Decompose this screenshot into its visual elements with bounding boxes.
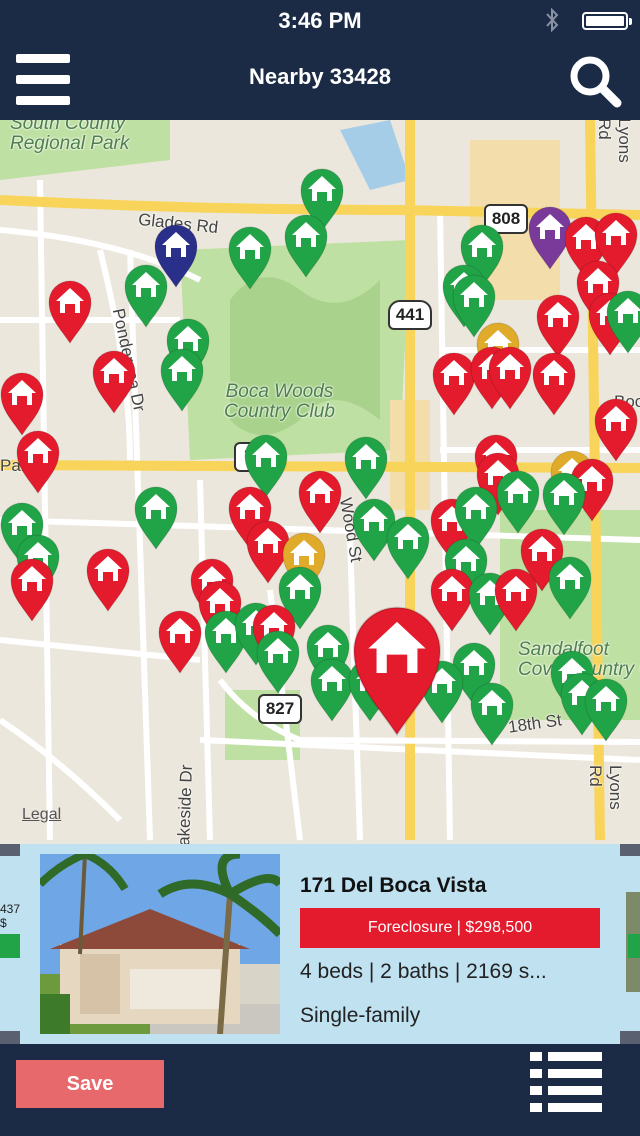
park-label: South County Regional Park <box>10 120 130 154</box>
map-pin-red[interactable] <box>488 346 532 410</box>
map-pin-red[interactable] <box>158 610 202 674</box>
listing-card[interactable]: 171 Del Boca Vista Foreclosure | $298,50… <box>20 844 620 1044</box>
map-pin-green[interactable] <box>344 436 388 500</box>
listing-status-price: Foreclosure | $298,500 <box>300 908 600 948</box>
previous-card-badge <box>0 934 20 958</box>
map-pin-red[interactable] <box>494 568 538 632</box>
search-icon[interactable] <box>568 54 622 108</box>
listing-address: 171 Del Boca Vista <box>300 874 487 897</box>
listing-type: Single-family <box>300 1004 421 1027</box>
map-pin-red[interactable] <box>536 294 580 358</box>
map-pin-red[interactable] <box>86 548 130 612</box>
map-pin-selected[interactable] <box>352 600 442 742</box>
listing-specs: 4 beds | 2 baths | 2169 s... <box>300 960 547 983</box>
bluetooth-icon <box>546 8 559 32</box>
nav-title: Nearby 33428 <box>249 64 391 89</box>
listing-photo[interactable] <box>40 854 280 1034</box>
map-pin-green[interactable] <box>228 226 272 290</box>
bottom-bar: Save <box>0 1044 640 1136</box>
map-pin-green[interactable] <box>386 516 430 580</box>
map-pin-red[interactable] <box>16 430 60 494</box>
next-card-peek[interactable] <box>620 856 640 1031</box>
map-pin-red[interactable] <box>92 350 136 414</box>
route-827-shield: 827 <box>258 694 302 724</box>
map-pin-red[interactable] <box>48 280 92 344</box>
map-pin-green[interactable] <box>470 682 514 746</box>
map[interactable]: South County Regional Park Boca Woods Co… <box>0 120 640 844</box>
map-pin-green[interactable] <box>256 630 300 694</box>
map-pin-red[interactable] <box>532 352 576 416</box>
map-pin-red[interactable] <box>10 558 54 622</box>
legal-link[interactable]: Legal <box>22 806 61 824</box>
map-pin-green[interactable] <box>584 678 628 742</box>
route-441-shield: 441 <box>388 300 432 330</box>
status-bar: 3:46 PM <box>0 0 640 40</box>
previous-card-peek[interactable]: 437 $ <box>0 856 20 1031</box>
map-pin-green[interactable] <box>606 290 640 354</box>
map-pin-red[interactable] <box>594 398 638 462</box>
map-pin-green[interactable] <box>160 348 204 412</box>
road-lyons-top: Lyons Rd <box>595 120 634 163</box>
card-strip: 437 $ 171 Del Boca Vista Foreclosure | $… <box>0 844 640 1044</box>
road-lakeside: Lakeside Dr <box>173 764 196 844</box>
nav-bar: Nearby 33428 <box>0 40 640 120</box>
list-icon[interactable] <box>530 1052 602 1112</box>
battery-icon <box>582 12 632 30</box>
map-pin-red[interactable] <box>298 470 342 534</box>
next-card-badge <box>628 934 640 958</box>
map-pin-green[interactable] <box>284 214 328 278</box>
map-pin-green[interactable] <box>496 470 540 534</box>
road-lyons: Lyons Rd <box>586 765 625 810</box>
map-pin-green[interactable] <box>134 486 178 550</box>
map-pin-green[interactable] <box>542 472 586 536</box>
save-button[interactable]: Save <box>16 1060 164 1108</box>
map-pin-green[interactable] <box>124 264 168 328</box>
screen: 3:46 PM Nearby 33428 South County Region… <box>0 0 640 1136</box>
previous-card-price: 437 $ <box>0 902 21 930</box>
map-pin-green[interactable] <box>548 556 592 620</box>
map-pin-red[interactable] <box>0 372 44 436</box>
club-label: Boca Woods Country Club <box>224 381 335 422</box>
